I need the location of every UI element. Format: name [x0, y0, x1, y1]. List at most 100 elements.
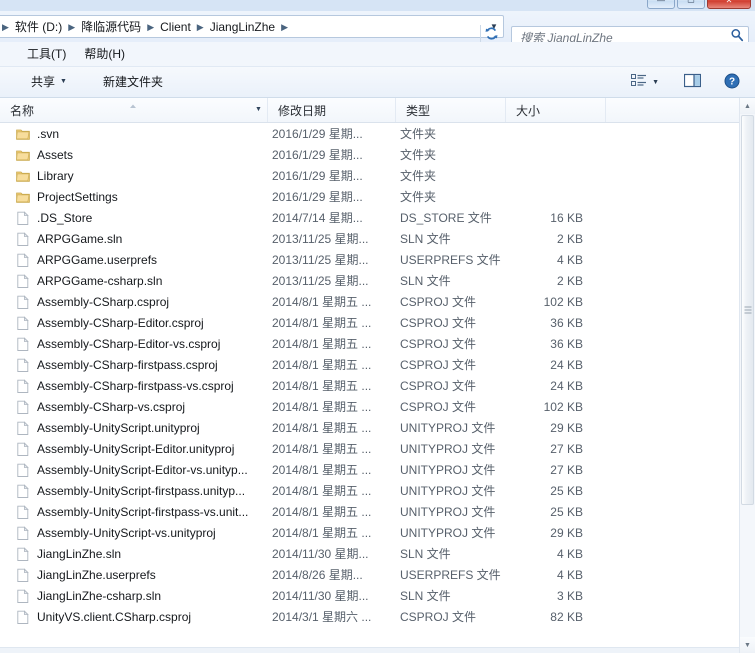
table-row[interactable]: Assembly-CSharp-Editor.csproj 2014/8/1 星期…: [0, 312, 740, 333]
share-button[interactable]: 共享 ▼: [24, 71, 74, 93]
file-list[interactable]: .svn2016/1/29 星期...文件夹Assets2016/1/29 星期…: [0, 123, 740, 648]
table-row[interactable]: Assembly-UnityScript-firstpass.unityp...…: [0, 480, 740, 501]
table-row[interactable]: Assembly-CSharp-vs.csproj2014/8/1 星期五 ..…: [0, 396, 740, 417]
file-size-cell: 4 KB: [500, 253, 583, 267]
table-row[interactable]: JiangLinZhe.sln2014/11/30 星期...SLN 文件4 K…: [0, 543, 740, 564]
new-folder-button[interactable]: 新建文件夹: [96, 71, 170, 93]
file-size-cell: 3 KB: [500, 589, 583, 603]
file-size-cell: 36 KB: [500, 316, 583, 330]
file-icon: [16, 421, 30, 435]
table-row[interactable]: ARPGGame-csharp.sln2013/11/25 星期...SLN 文…: [0, 270, 740, 291]
file-name-cell[interactable]: Assembly-CSharp-vs.csproj: [0, 400, 262, 414]
file-name-cell[interactable]: Assembly-CSharp-firstpass.csproj: [0, 358, 262, 372]
file-name-cell[interactable]: JiangLinZhe-csharp.sln: [0, 589, 262, 603]
file-name-label: ARPGGame.sln: [37, 232, 122, 246]
close-button[interactable]: ✕: [707, 0, 751, 9]
table-row[interactable]: Assembly-CSharp-firstpass.csproj2014/8/1…: [0, 354, 740, 375]
table-row[interactable]: Assembly-UnityScript-Editor-vs.unityp...…: [0, 459, 740, 480]
table-row[interactable]: Library 2016/1/29 星期... 文件夹: [0, 165, 740, 186]
view-options-button[interactable]: ▼: [624, 71, 666, 95]
breadcrumb-item-client[interactable]: Client: [157, 18, 194, 36]
share-label: 共享: [31, 74, 55, 90]
table-row[interactable]: JiangLinZhe.userprefs2014/8/26 星期...USER…: [0, 564, 740, 585]
file-name-cell[interactable]: .svn: [0, 127, 262, 141]
file-type-cell: 文件夹: [400, 125, 502, 142]
file-name-cell[interactable]: Assembly-UnityScript-firstpass.unityp...: [0, 484, 262, 498]
chevron-up-icon: ▲: [744, 103, 751, 110]
column-header-size[interactable]: 大小: [506, 98, 606, 122]
file-size-cell: 82 KB: [500, 610, 583, 624]
file-name-cell[interactable]: Assembly-CSharp-Editor.csproj: [0, 316, 262, 330]
file-name-cell[interactable]: ARPGGame.userprefs: [0, 253, 262, 267]
breadcrumb-item-drive[interactable]: 软件 (D:): [12, 18, 65, 36]
column-header-type[interactable]: 类型: [396, 98, 506, 122]
scrollbar-grip-icon: [744, 307, 751, 314]
file-icon: [16, 589, 30, 603]
file-name-cell[interactable]: Assets: [0, 148, 262, 162]
help-button[interactable]: ?: [712, 70, 747, 96]
breadcrumb-separator-icon[interactable]: ▶: [194, 19, 207, 35]
file-name-cell[interactable]: .DS_Store: [0, 211, 262, 225]
table-row[interactable]: Assembly-UnityScript-vs.unityproj2014/8/…: [0, 522, 740, 543]
file-icon: [16, 295, 30, 309]
file-name-cell[interactable]: ProjectSettings: [0, 190, 262, 204]
scroll-down-button[interactable]: ▼: [740, 637, 755, 653]
file-date-cell: 2014/3/1 星期六 ...: [272, 608, 390, 625]
address-bar[interactable]: ▶ 软件 (D:) ▶ 降临源代码 ▶ Client ▶ JiangLinZhe…: [0, 15, 504, 38]
preview-pane-button[interactable]: [670, 70, 708, 95]
file-name-cell[interactable]: Assembly-UnityScript-vs.unityproj: [0, 526, 262, 540]
file-date-cell: 2016/1/29 星期...: [272, 167, 390, 184]
file-icon: [16, 526, 30, 540]
breadcrumb-separator-icon[interactable]: ▶: [65, 19, 78, 35]
file-name-cell[interactable]: Assembly-UnityScript.unityproj: [0, 421, 262, 435]
breadcrumb-item-source[interactable]: 降临源代码: [78, 18, 144, 36]
file-name-label: Assembly-CSharp-Editor.csproj: [37, 316, 204, 330]
file-name-cell[interactable]: ARPGGame.sln: [0, 232, 262, 246]
name-column-dropdown-icon[interactable]: ▼: [255, 106, 262, 113]
breadcrumb-separator-icon[interactable]: ▶: [144, 19, 157, 35]
table-row[interactable]: UnityVS.client.CSharp.csproj 2014/3/1 星期六…: [0, 606, 740, 627]
file-name-cell[interactable]: Assembly-UnityScript-firstpass-vs.unit..…: [0, 505, 262, 519]
menu-item-help[interactable]: 帮助(H): [75, 44, 134, 64]
scrollbar-thumb[interactable]: [741, 115, 754, 505]
maximize-button[interactable]: ▭: [677, 0, 705, 9]
file-date-cell: 2014/7/14 星期...: [272, 209, 390, 226]
minimize-button[interactable]: —: [647, 0, 675, 9]
table-row[interactable]: Assembly-CSharp-Editor-vs.csproj2014/8/1…: [0, 333, 740, 354]
file-date-cell: 2014/8/1 星期五 ...: [272, 314, 390, 331]
table-row[interactable]: Assembly-UnityScript-firstpass-vs.unit..…: [0, 501, 740, 522]
file-name-cell[interactable]: Assembly-UnityScript-Editor.unityproj: [0, 442, 262, 456]
file-name-cell[interactable]: ARPGGame-csharp.sln: [0, 274, 262, 288]
table-row[interactable]: ARPGGame.userprefs2013/11/25 星期...USERPR…: [0, 249, 740, 270]
table-row[interactable]: Assembly-CSharp.csproj2014/8/1 星期五 ...CS…: [0, 291, 740, 312]
file-name-cell[interactable]: Assembly-CSharp.csproj: [0, 295, 262, 309]
table-row[interactable]: ARPGGame.sln2013/11/25 星期...SLN 文件2 KB: [0, 228, 740, 249]
table-row[interactable]: Assembly-UnityScript-Editor.unityproj201…: [0, 438, 740, 459]
table-row[interactable]: ProjectSettings2016/1/29 星期...文件夹: [0, 186, 740, 207]
file-name-cell[interactable]: Assembly-CSharp-Editor-vs.csproj: [0, 337, 262, 351]
file-name-label: Assembly-CSharp.csproj: [37, 295, 169, 309]
file-name-cell[interactable]: UnityVS.client.CSharp.csproj: [0, 610, 262, 624]
file-name-cell[interactable]: JiangLinZhe.sln: [0, 547, 262, 561]
vertical-scrollbar[interactable]: ▲ ▼: [739, 98, 755, 653]
breadcrumb-item-jianglinzhe[interactable]: JiangLinZhe: [207, 18, 278, 36]
file-type-cell: 文件夹: [400, 167, 502, 184]
file-date-cell: 2014/8/1 星期五 ...: [272, 482, 390, 499]
table-row[interactable]: .svn2016/1/29 星期...文件夹: [0, 123, 740, 144]
file-size-cell: 102 KB: [500, 295, 583, 309]
table-row[interactable]: JiangLinZhe-csharp.sln2014/11/30 星期...SL…: [0, 585, 740, 606]
breadcrumb-separator-icon[interactable]: ▶: [278, 19, 291, 35]
table-row[interactable]: Assembly-UnityScript.unityproj2014/8/1 星…: [0, 417, 740, 438]
file-name-cell[interactable]: Library: [0, 169, 262, 183]
table-row[interactable]: Assembly-CSharp-firstpass-vs.csproj2014/…: [0, 375, 740, 396]
file-name-cell[interactable]: Assembly-CSharp-firstpass-vs.csproj: [0, 379, 262, 393]
file-name-cell[interactable]: Assembly-UnityScript-Editor-vs.unityp...: [0, 463, 262, 477]
menu-item-tools[interactable]: 工具(T): [18, 44, 75, 64]
file-name-cell[interactable]: JiangLinZhe.userprefs: [0, 568, 262, 582]
table-row[interactable]: Assets2016/1/29 星期...文件夹: [0, 144, 740, 165]
file-name-label: Assembly-UnityScript.unityproj: [37, 421, 200, 435]
table-row[interactable]: .DS_Store2014/7/14 星期...DS_STORE 文件16 KB: [0, 207, 740, 228]
scroll-up-button[interactable]: ▲: [740, 98, 755, 114]
file-size-cell: 2 KB: [500, 232, 583, 246]
column-header-date[interactable]: 修改日期: [268, 98, 396, 122]
